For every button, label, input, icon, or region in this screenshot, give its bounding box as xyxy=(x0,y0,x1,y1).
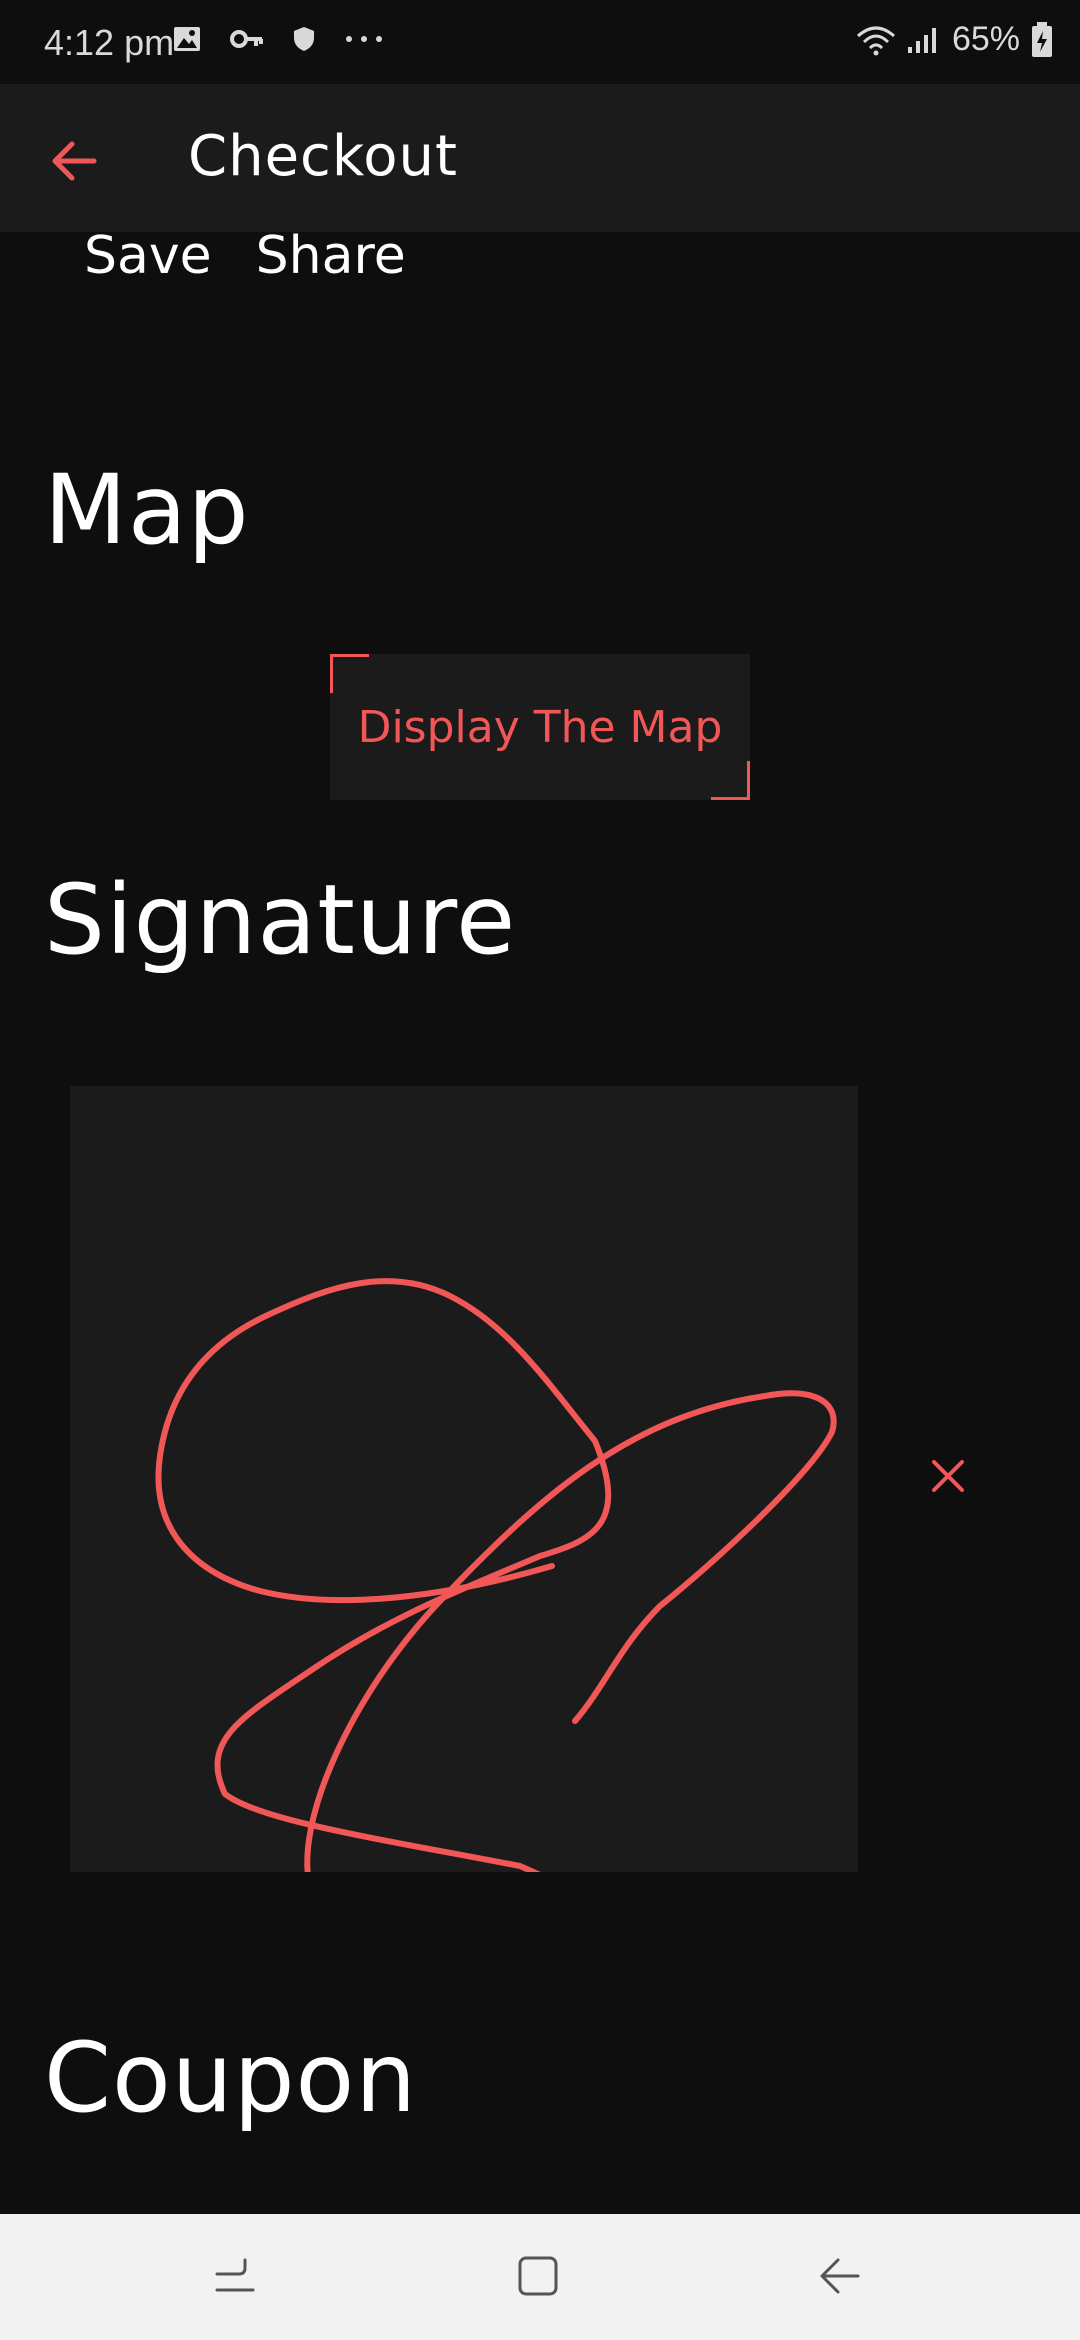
share-button[interactable]: Share xyxy=(256,226,406,286)
back-arrow-icon[interactable] xyxy=(40,126,110,196)
signature-drawing xyxy=(155,1278,837,1872)
battery-percent: 65% xyxy=(951,20,1020,58)
display-map-button[interactable]: Display The Map xyxy=(330,654,750,800)
image-icon xyxy=(174,27,200,51)
display-map-label: Display The Map xyxy=(357,701,723,753)
wifi-icon xyxy=(856,26,895,55)
home-icon[interactable] xyxy=(508,2246,568,2306)
status-time: 4:12 pm xyxy=(44,22,175,63)
notification-icons xyxy=(172,24,384,54)
status-bar: 4:12 pm 65% xyxy=(0,0,1080,84)
save-button[interactable]: Save xyxy=(84,226,212,286)
coupon-section-title: Coupon xyxy=(44,2022,418,2134)
recent-apps-icon[interactable] xyxy=(205,2246,265,2306)
action-row: Save Share xyxy=(84,226,406,286)
close-icon[interactable] xyxy=(922,1450,974,1502)
signature-section-title: Signature xyxy=(44,864,517,976)
app-bar: Checkout xyxy=(0,84,1080,232)
signature-pad[interactable] xyxy=(70,1086,858,1872)
back-icon[interactable] xyxy=(810,2246,870,2306)
page-title: Checkout xyxy=(188,124,458,189)
system-icons: 65% xyxy=(856,20,1054,59)
map-section-title: Map xyxy=(44,454,250,566)
system-nav-bar xyxy=(0,2214,1080,2340)
signal-icon xyxy=(907,27,936,53)
shield-icon xyxy=(294,27,314,51)
battery-icon xyxy=(1032,21,1052,57)
more-dots-icon xyxy=(346,36,382,42)
key-icon xyxy=(230,30,263,48)
